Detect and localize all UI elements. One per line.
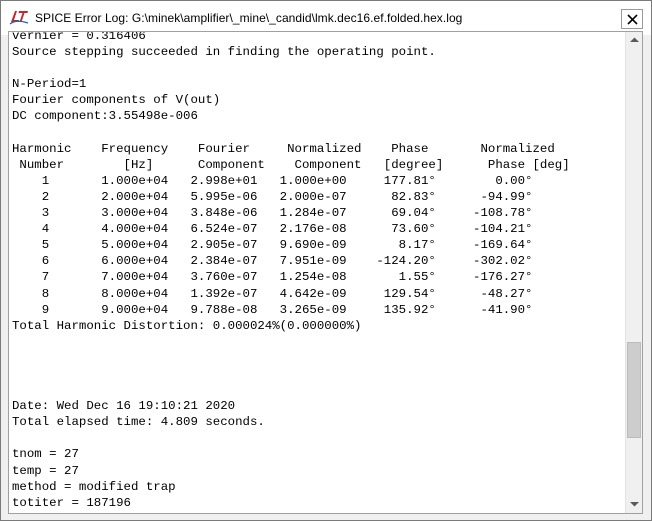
log-line: vernier = 0.316406	[12, 31, 146, 43]
window-title: SPICE Error Log: G:\minek\amplifier\_min…	[35, 11, 463, 25]
scrollbar-thumb[interactable]	[627, 342, 641, 438]
log-line: 9 9.000e+04 9.788e-08 3.265e-09 135.92° …	[12, 302, 533, 317]
scroll-up-button[interactable]	[626, 32, 642, 49]
log-line: temp = 27	[12, 463, 79, 478]
scroll-down-arrow-icon	[630, 502, 639, 507]
log-line: Harmonic Frequency Fourier Normalized Ph…	[12, 141, 555, 156]
log-line: Source stepping succeeded in finding the…	[12, 45, 436, 60]
spice-error-log-window: SPICE Error Log: G:\minek\amplifier\_min…	[0, 0, 652, 521]
log-line: 3 3.000e+04 3.848e-06 1.284e-07 69.04° -…	[12, 206, 533, 221]
scroll-up-arrow-icon	[630, 37, 639, 42]
log-line: 1 1.000e+04 2.998e+01 1.000e+00 177.81° …	[12, 173, 533, 188]
vertical-scrollbar[interactable]	[625, 32, 642, 513]
log-line: 6 6.000e+04 2.384e-07 7.951e-09 -124.20°…	[12, 254, 533, 269]
log-line: N-Period=1	[12, 77, 87, 92]
log-line: method = modified trap	[12, 479, 176, 494]
log-text-area[interactable]: vernier = 0.316406 Source stepping succee…	[8, 31, 643, 514]
log-line: totiter = 187196	[12, 495, 131, 510]
close-button[interactable]	[621, 9, 643, 29]
ltspice-logo-icon	[9, 9, 29, 25]
log-line: Total Harmonic Distortion: 0.000024%(0.0…	[12, 318, 362, 333]
log-line: 7 7.000e+04 3.760e-07 1.254e-08 1.55° -1…	[12, 270, 533, 285]
log-content: vernier = 0.316406 Source stepping succee…	[12, 31, 570, 511]
scroll-down-button[interactable]	[626, 496, 642, 513]
log-line: Number [Hz] Component Component [degree]…	[12, 157, 570, 172]
log-line: 4 4.000e+04 6.524e-07 2.176e-08 73.60° -…	[12, 222, 533, 237]
title-bar[interactable]: SPICE Error Log: G:\minek\amplifier\_min…	[1, 1, 651, 35]
log-line: 2 2.000e+04 5.995e-06 2.000e-07 82.83° -…	[12, 189, 533, 204]
log-line: 8 8.000e+04 1.392e-07 4.642e-09 129.54° …	[12, 286, 533, 301]
log-line: Total elapsed time: 4.809 seconds.	[12, 415, 265, 430]
log-line: Fourier components of V(out)	[12, 93, 221, 108]
log-line: 5 5.000e+04 2.905e-07 9.690e-09 8.17° -1…	[12, 238, 533, 253]
log-line: Date: Wed Dec 16 19:10:21 2020	[12, 399, 236, 414]
log-line: tnom = 27	[12, 447, 79, 462]
close-icon	[627, 14, 638, 25]
log-line: DC component:3.55498e-006	[12, 109, 198, 124]
